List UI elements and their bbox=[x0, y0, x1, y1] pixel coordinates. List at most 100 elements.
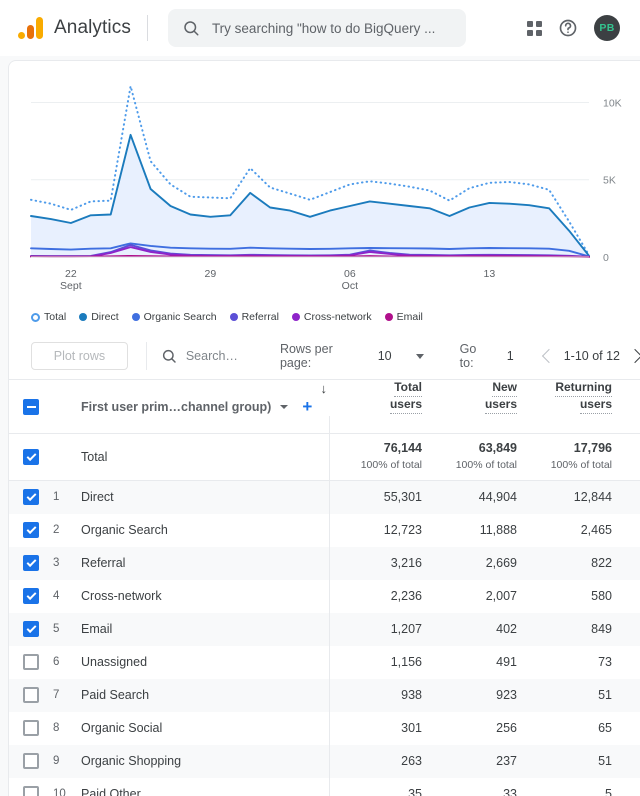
row-metric-value: 65 bbox=[598, 721, 612, 735]
table-row[interactable]: 6 Unassigned 1,156 491 73 bbox=[9, 645, 640, 679]
metric-header-new-users[interactable]: New users bbox=[422, 380, 517, 434]
legend-label: Organic Search bbox=[143, 311, 217, 323]
brand-name: Analytics bbox=[54, 17, 131, 38]
row-checkbox[interactable] bbox=[23, 555, 39, 571]
row-checkbox[interactable] bbox=[23, 786, 39, 796]
legend-item-direct[interactable]: Direct bbox=[79, 311, 119, 323]
metric-header-total-users[interactable]: Total users bbox=[327, 380, 422, 434]
row-metric-value: 580 bbox=[591, 589, 612, 603]
row-dimension-name[interactable]: Organic Shopping bbox=[81, 745, 301, 778]
legend-swatch bbox=[291, 313, 300, 321]
search-icon bbox=[182, 19, 200, 37]
row-checkbox[interactable] bbox=[23, 588, 39, 604]
row-index: 7 bbox=[53, 689, 60, 701]
go-to-input[interactable]: 1 bbox=[507, 349, 514, 363]
row-dimension-name[interactable]: Organic Social bbox=[81, 712, 301, 745]
checkbox-cell bbox=[9, 646, 53, 679]
rows-per-page-value[interactable]: 10 bbox=[378, 349, 392, 363]
row-dimension-name[interactable]: Referral bbox=[81, 547, 301, 580]
apps-grid-icon[interactable] bbox=[527, 20, 542, 36]
global-search-placeholder: Try searching "how to do BigQuery ... bbox=[211, 20, 436, 36]
legend-item-cross-network[interactable]: Cross-network bbox=[291, 311, 372, 323]
avatar-initials: PB bbox=[599, 22, 615, 34]
table-row[interactable]: 5 Email 1,207 402 849 bbox=[9, 612, 640, 646]
legend-item-referral[interactable]: Referral bbox=[229, 311, 279, 323]
table-row[interactable]: 7 Paid Search 938 923 51 bbox=[9, 678, 640, 712]
plus-icon[interactable]: + bbox=[302, 398, 312, 415]
row-dimension-name[interactable]: Paid Search bbox=[81, 679, 301, 712]
chevron-right-icon[interactable] bbox=[627, 348, 640, 364]
legend-swatch bbox=[229, 313, 238, 321]
global-search-input[interactable]: Try searching "how to do BigQuery ... bbox=[167, 9, 466, 47]
search-icon[interactable] bbox=[161, 348, 177, 364]
row-checkbox[interactable] bbox=[23, 621, 39, 637]
row-checkbox[interactable] bbox=[23, 720, 39, 736]
table-row[interactable]: 9 Organic Shopping 263 237 51 bbox=[9, 744, 640, 778]
row-dimension-name[interactable]: Organic Search bbox=[81, 514, 301, 547]
checkbox-cell bbox=[9, 547, 53, 580]
brand-divider bbox=[146, 15, 148, 41]
row-checkbox[interactable] bbox=[23, 753, 39, 769]
top-bar-actions: PB bbox=[527, 15, 628, 41]
svg-text:06: 06 bbox=[344, 268, 356, 280]
row-dimension-name[interactable]: Email bbox=[81, 613, 301, 646]
legend-swatch bbox=[131, 313, 140, 321]
plot-rows-button[interactable]: Plot rows bbox=[31, 342, 128, 370]
row-metric-value: 1,156 bbox=[390, 655, 422, 669]
rows-per-page-control[interactable]: Rows per page: 10 bbox=[280, 342, 424, 370]
metric-header-returning-users[interactable]: Returning users bbox=[517, 380, 612, 434]
chevron-down-icon[interactable] bbox=[280, 404, 289, 409]
legend-item-email[interactable]: Email bbox=[384, 311, 423, 323]
row-metric-value: 2,465 bbox=[580, 523, 612, 537]
row-metric-value: 44,904 bbox=[478, 490, 517, 505]
toolbar-divider bbox=[145, 342, 147, 370]
row-checkbox[interactable] bbox=[23, 522, 39, 538]
select-all-checkbox[interactable] bbox=[23, 398, 39, 415]
metric-line-2: users bbox=[389, 397, 422, 414]
metric-line-1: Returning bbox=[555, 380, 612, 397]
row-checkbox[interactable] bbox=[23, 489, 39, 506]
brand[interactable]: Analytics bbox=[12, 15, 131, 41]
total-row-value: 63,849 100% of total bbox=[455, 441, 517, 471]
help-circle-icon[interactable] bbox=[558, 18, 578, 38]
chevron-left-icon[interactable] bbox=[541, 348, 556, 364]
table-row[interactable]: 1 Direct 55,301 44,904 12,844 bbox=[9, 480, 640, 514]
legend-item-total[interactable]: Total bbox=[31, 311, 66, 323]
row-index: 6 bbox=[53, 656, 60, 668]
row-dimension-name[interactable]: Cross-network bbox=[81, 580, 301, 613]
chevron-down-icon[interactable] bbox=[415, 353, 424, 359]
table-row[interactable]: 2 Organic Search 12,723 11,888 2,465 bbox=[9, 513, 640, 547]
table-row[interactable]: 3 Referral 3,216 2,669 822 bbox=[9, 546, 640, 580]
analytics-logo-icon bbox=[18, 15, 44, 41]
svg-text:10K: 10K bbox=[603, 97, 622, 109]
table-row[interactable]: 8 Organic Social 301 256 65 bbox=[9, 711, 640, 745]
metric-header-engagement-truncated[interactable]: eng bbox=[612, 380, 640, 434]
row-checkbox[interactable] bbox=[23, 654, 39, 670]
table-row[interactable]: 10 Paid Other 35 33 5 bbox=[9, 777, 640, 796]
chart-legend: Total Direct Organic Search Referral Cross-n… bbox=[9, 307, 640, 323]
select-all-cell bbox=[9, 380, 53, 434]
row-metric-value: 35 bbox=[408, 787, 422, 796]
row-checkbox[interactable] bbox=[23, 687, 39, 703]
table-header-row: First user prim…channel group) + ↓ Total… bbox=[9, 379, 640, 434]
checkbox-cell bbox=[9, 679, 53, 712]
table-row[interactable]: 4 Cross-network 2,236 2,007 580 bbox=[9, 579, 640, 613]
row-index: 2 bbox=[53, 524, 60, 536]
dimension-header-cell: First user prim…channel group) + bbox=[81, 380, 312, 434]
dimension-selector[interactable]: First user prim…channel group) bbox=[81, 400, 271, 414]
row-dimension-name[interactable]: Paid Other bbox=[81, 778, 301, 796]
table-search-input[interactable]: Search… bbox=[186, 349, 238, 363]
avatar[interactable]: PB bbox=[594, 15, 620, 41]
row-checkbox[interactable] bbox=[23, 449, 39, 465]
checkbox-cell bbox=[9, 481, 53, 514]
row-metric-value: 51 bbox=[598, 688, 612, 702]
row-dimension-name[interactable]: Direct bbox=[81, 481, 301, 514]
legend-item-organic-search[interactable]: Organic Search bbox=[131, 311, 217, 323]
go-to-control[interactable]: Go to: 1 bbox=[460, 342, 514, 370]
row-metric-value: 2,007 bbox=[485, 589, 517, 603]
row-dimension-name[interactable]: Unassigned bbox=[81, 646, 301, 679]
checkbox-cell bbox=[9, 434, 53, 481]
chart-canvas[interactable]: 10K 5K 0 22Sept 29 06Oct 13 bbox=[9, 69, 640, 309]
legend-label: Email bbox=[396, 311, 423, 323]
metric-line-2: users bbox=[579, 397, 612, 414]
